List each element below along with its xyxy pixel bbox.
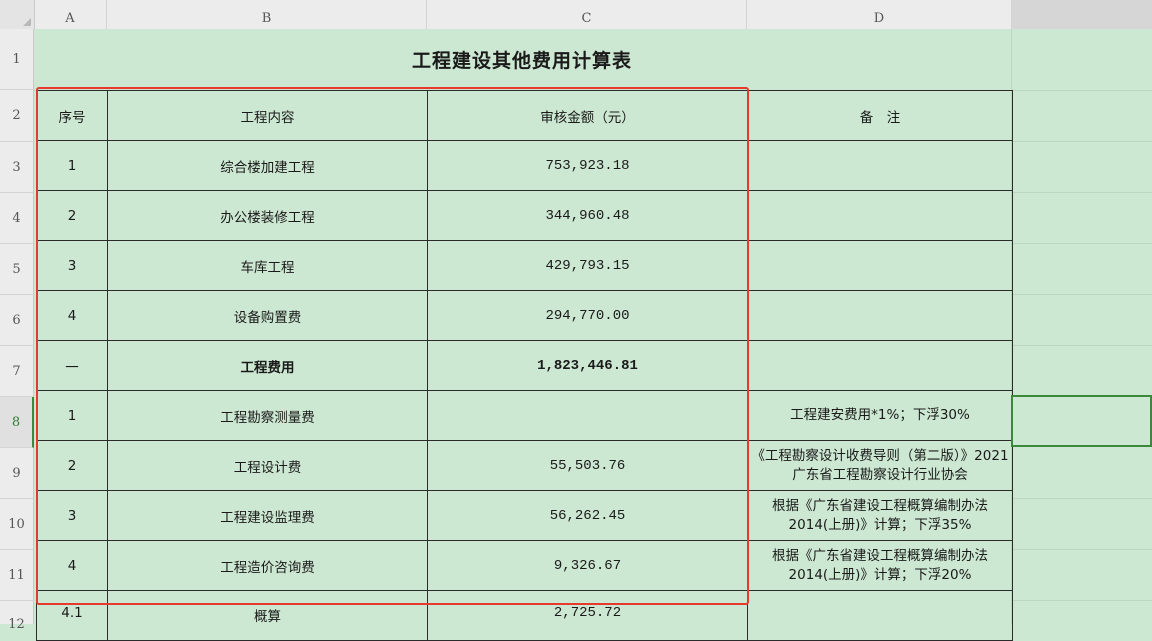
item-cell[interactable]: 综合楼加建工程	[107, 140, 428, 191]
gridline	[1011, 243, 1152, 244]
note-cell[interactable]	[747, 190, 1013, 241]
amount-cell[interactable]	[427, 390, 748, 441]
sheet-title[interactable]: 工程建设其他费用计算表	[34, 29, 1010, 90]
row-header-5[interactable]: 5	[0, 244, 34, 295]
column-header-bar: A B C D	[0, 0, 1152, 31]
row-header-10[interactable]: 10	[0, 499, 34, 550]
column-header-b[interactable]: B	[107, 0, 427, 29]
header-cell[interactable]: 工程内容	[107, 90, 428, 141]
header-cell[interactable]: 备 注	[747, 90, 1013, 141]
table-row: 4 工程造价咨询费 9,326.67 根据《广东省建设工程概算编制办法2014(…	[36, 540, 1013, 591]
gridline	[1011, 549, 1152, 550]
column-header-e[interactable]	[1012, 0, 1152, 31]
note-cell[interactable]: 根据《广东省建设工程概算编制办法2014(上册)》计算；下浮20%	[747, 540, 1013, 591]
seq-cell[interactable]: 3	[36, 240, 108, 291]
note-cell[interactable]: 《工程勘察设计收费导则（第二版）》2021 广东省工程勘察设计行业协会	[747, 440, 1013, 491]
header-cell[interactable]: 审核金额（元）	[427, 90, 748, 141]
row-header-9[interactable]: 9	[0, 448, 34, 499]
active-cell-cursor[interactable]	[1011, 395, 1152, 447]
seq-cell[interactable]: 1	[36, 390, 108, 441]
note-cell[interactable]	[747, 140, 1013, 191]
gridline	[1011, 192, 1152, 193]
cost-table: 序号 工程内容 审核金额（元） 备 注 1 综合楼加建工程 753,923.18…	[36, 90, 1013, 641]
column-header-a[interactable]: A	[34, 0, 107, 29]
table-row: 1 综合楼加建工程 753,923.18	[36, 140, 1013, 191]
amount-cell[interactable]: 294,770.00	[427, 290, 748, 341]
item-cell[interactable]: 工程勘察测量费	[107, 390, 428, 441]
item-cell[interactable]: 工程费用	[107, 340, 428, 391]
column-header-d[interactable]: D	[747, 0, 1012, 29]
gridline	[1011, 141, 1152, 142]
row-header-3[interactable]: 3	[0, 142, 34, 193]
seq-cell[interactable]: 4	[36, 540, 108, 591]
seq-cell[interactable]: 2	[36, 440, 108, 491]
note-cell[interactable]: 根据《广东省建设工程概算编制办法2014(上册)》计算；下浮35%	[747, 490, 1013, 541]
row-header-2[interactable]: 2	[0, 90, 34, 142]
amount-cell[interactable]: 55,503.76	[427, 440, 748, 491]
spreadsheet-grid[interactable]: 工程建设其他费用计算表 序号 工程内容 审核金额（元） 备 注 1 综合楼加建工…	[34, 29, 1152, 641]
item-cell[interactable]: 车库工程	[107, 240, 428, 291]
row-header-11[interactable]: 11	[0, 550, 34, 601]
table-row-subtotal: 一 工程费用 1,823,446.81	[36, 340, 1013, 391]
table-row: 1 工程勘察测量费 工程建安费用*1%；下浮30%	[36, 390, 1013, 441]
row-header-1[interactable]: 1	[0, 29, 34, 90]
gridline	[1011, 294, 1152, 295]
header-cell[interactable]: 序号	[36, 90, 108, 141]
seq-cell[interactable]: 一	[36, 340, 108, 391]
note-cell[interactable]: 工程建安费用*1%；下浮30%	[747, 390, 1013, 441]
gridline	[1011, 498, 1152, 499]
seq-cell[interactable]: 4	[36, 290, 108, 341]
table-header-row: 序号 工程内容 审核金额（元） 备 注	[36, 90, 1013, 141]
row-header-4[interactable]: 4	[0, 193, 34, 244]
amount-cell[interactable]: 344,960.48	[427, 190, 748, 241]
select-all-corner[interactable]	[0, 0, 35, 29]
amount-cell[interactable]: 1,823,446.81	[427, 340, 748, 391]
note-cell[interactable]	[747, 590, 1013, 641]
item-cell[interactable]: 工程建设监理费	[107, 490, 428, 541]
item-cell[interactable]: 工程设计费	[107, 440, 428, 491]
table-row: 3 工程建设监理费 56,262.45 根据《广东省建设工程概算编制办法2014…	[36, 490, 1013, 541]
seq-cell[interactable]: 1	[36, 140, 108, 191]
column-header-c[interactable]: C	[427, 0, 747, 29]
amount-cell[interactable]: 56,262.45	[427, 490, 748, 541]
seq-cell[interactable]: 4.1	[36, 590, 108, 641]
table-row: 2 工程设计费 55,503.76 《工程勘察设计收费导则（第二版）》2021 …	[36, 440, 1013, 491]
seq-cell[interactable]: 2	[36, 190, 108, 241]
amount-cell[interactable]: 429,793.15	[427, 240, 748, 291]
note-cell[interactable]	[747, 340, 1013, 391]
item-cell[interactable]: 工程造价咨询费	[107, 540, 428, 591]
note-cell[interactable]	[747, 290, 1013, 341]
row-header-8[interactable]: 8	[0, 397, 34, 448]
item-cell[interactable]: 办公楼装修工程	[107, 190, 428, 241]
gridline	[1011, 600, 1152, 601]
seq-cell[interactable]: 3	[36, 490, 108, 541]
item-cell[interactable]: 设备购置费	[107, 290, 428, 341]
table-row: 4 设备购置费 294,770.00	[36, 290, 1013, 341]
table-row: 3 车库工程 429,793.15	[36, 240, 1013, 291]
amount-cell[interactable]: 753,923.18	[427, 140, 748, 191]
item-cell[interactable]: 概算	[107, 590, 428, 641]
row-header-6[interactable]: 6	[0, 295, 34, 346]
amount-cell[interactable]: 2,725.72	[427, 590, 748, 641]
amount-cell[interactable]: 9,326.67	[427, 540, 748, 591]
table-row: 2 办公楼装修工程 344,960.48	[36, 190, 1013, 241]
row-header-12[interactable]: 12	[0, 601, 34, 632]
gridline	[1011, 345, 1152, 346]
row-header-7[interactable]: 7	[0, 346, 34, 397]
table-row: 4.1 概算 2,725.72	[36, 590, 1013, 641]
note-cell[interactable]	[747, 240, 1013, 291]
